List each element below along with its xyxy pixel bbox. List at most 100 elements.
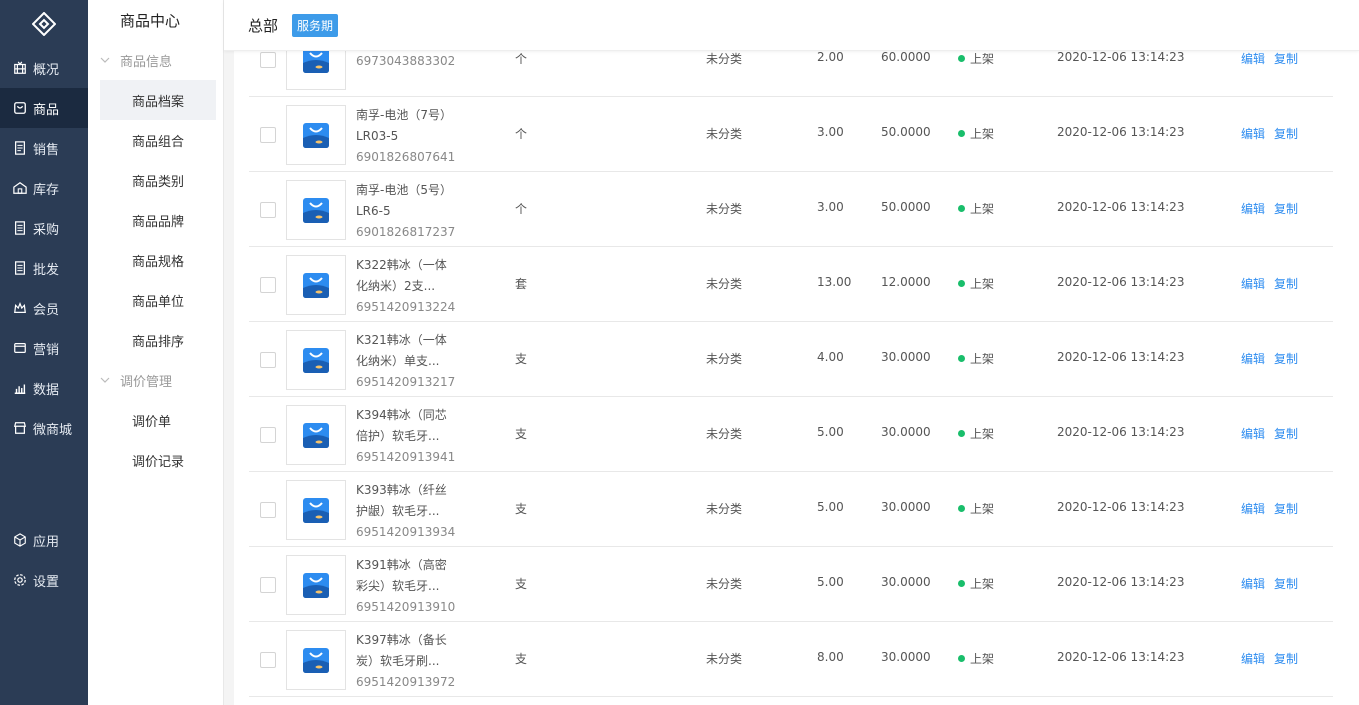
product-thumbnail[interactable] bbox=[286, 180, 346, 240]
row-checkbox[interactable] bbox=[260, 277, 276, 293]
status-dot-icon bbox=[958, 205, 965, 212]
rail-item-marketing[interactable]: 营销 bbox=[0, 328, 88, 368]
status-badge: 上架 bbox=[958, 275, 994, 292]
rail-item-apps[interactable]: 应用 bbox=[0, 520, 88, 560]
row-checkbox[interactable] bbox=[260, 52, 276, 68]
status-label: 上架 bbox=[970, 577, 995, 591]
submenu-item[interactable]: 商品档案 bbox=[100, 80, 216, 120]
submenu-item[interactable]: 商品单位 bbox=[100, 280, 216, 320]
submenu-item[interactable]: 调价记录 bbox=[100, 440, 216, 480]
submenu-group-goods-info[interactable]: 商品信息 bbox=[88, 40, 223, 80]
rail-item-settings[interactable]: 设置 bbox=[0, 560, 88, 600]
product-thumbnail[interactable] bbox=[286, 480, 346, 540]
row-checkbox[interactable] bbox=[260, 652, 276, 668]
edit-link[interactable]: 编辑 bbox=[1241, 352, 1265, 366]
submenu-item[interactable]: 商品规格 bbox=[100, 240, 216, 280]
copy-link[interactable]: 复制 bbox=[1274, 52, 1298, 66]
copy-link[interactable]: 复制 bbox=[1274, 352, 1298, 366]
edit-link[interactable]: 编辑 bbox=[1241, 277, 1265, 291]
product-barcode: 6901826807641 bbox=[356, 150, 456, 164]
product-thumbnail[interactable] bbox=[286, 51, 346, 90]
marketing-icon bbox=[12, 340, 28, 356]
product-thumbnail[interactable] bbox=[286, 555, 346, 615]
table-row: K394韩冰（同芯 倍护）软毛牙... 6951420913941 支 未分类 5.00 3… bbox=[249, 397, 1333, 472]
copy-link[interactable]: 复制 bbox=[1274, 502, 1298, 516]
product-barcode: 6901826817237 bbox=[356, 225, 456, 239]
row-checkbox[interactable] bbox=[260, 502, 276, 518]
product-name-line2: 护龈）软毛牙... bbox=[356, 504, 440, 518]
product-name-line1: K321韩冰（一体 bbox=[356, 333, 447, 347]
product-category: 未分类 bbox=[706, 277, 743, 291]
product-name-line2: 化纳米）2支... bbox=[356, 279, 436, 293]
row-checkbox[interactable] bbox=[260, 202, 276, 218]
product-name-line1: 南孚-电池（5号） bbox=[356, 183, 452, 197]
product-thumbnail[interactable] bbox=[286, 630, 346, 690]
edit-link[interactable]: 编辑 bbox=[1241, 427, 1265, 441]
copy-link[interactable]: 复制 bbox=[1274, 127, 1298, 141]
rail-item-shop[interactable]: 微商城 bbox=[0, 408, 88, 448]
copy-link[interactable]: 复制 bbox=[1274, 202, 1298, 216]
rail-item-label: 销售 bbox=[33, 142, 60, 158]
edit-link[interactable]: 编辑 bbox=[1241, 127, 1265, 141]
submenu-item[interactable]: 调价单 bbox=[100, 400, 216, 440]
product-stock: 50.0000 bbox=[881, 200, 931, 214]
product-price: 8.00 bbox=[817, 650, 844, 664]
copy-link[interactable]: 复制 bbox=[1274, 577, 1298, 591]
product-thumbnail[interactable] bbox=[286, 255, 346, 315]
product-thumbnail[interactable] bbox=[286, 105, 346, 165]
submenu-item[interactable]: 商品类别 bbox=[100, 160, 216, 200]
submenu-item[interactable]: 商品排序 bbox=[100, 320, 216, 360]
product-name-line1: 南孚-电池（7号） bbox=[356, 108, 452, 122]
main-nav-rail: 概况 商品销售库存 采购 批发 会员 营销 数据 微商城 应用 设置 bbox=[0, 0, 88, 705]
product-bag-icon bbox=[303, 123, 329, 148]
copy-link[interactable]: 复制 bbox=[1274, 652, 1298, 666]
app-logo[interactable] bbox=[0, 0, 88, 48]
edit-link[interactable]: 编辑 bbox=[1241, 652, 1265, 666]
submenu-group-price-adjust[interactable]: 调价管理 bbox=[88, 360, 223, 400]
wholesale-icon bbox=[12, 260, 28, 276]
purchase-icon bbox=[12, 220, 28, 236]
edit-link[interactable]: 编辑 bbox=[1241, 577, 1265, 591]
rail-item-data[interactable]: 数据 bbox=[0, 368, 88, 408]
rail-item-member[interactable]: 会员 bbox=[0, 288, 88, 328]
row-checkbox[interactable] bbox=[260, 427, 276, 443]
product-price: 3.00 bbox=[817, 125, 844, 139]
rail-item-overview[interactable]: 概况 bbox=[0, 48, 88, 88]
chevron-down-icon bbox=[100, 377, 110, 383]
row-actions: 编辑 复制 bbox=[1241, 125, 1307, 142]
submenu-item[interactable]: 商品品牌 bbox=[100, 200, 216, 240]
product-bag-icon bbox=[303, 198, 329, 223]
product-price: 2.00 bbox=[817, 51, 844, 64]
product-thumbnail[interactable] bbox=[286, 330, 346, 390]
status-badge: 上架 bbox=[958, 350, 994, 367]
edit-link[interactable]: 编辑 bbox=[1241, 502, 1265, 516]
product-stock: 30.0000 bbox=[881, 575, 931, 589]
sales-icon bbox=[12, 140, 28, 156]
copy-link[interactable]: 复制 bbox=[1274, 427, 1298, 441]
product-price: 5.00 bbox=[817, 425, 844, 439]
product-created-time: 2020-12-06 13:14:23 bbox=[1057, 425, 1185, 439]
rail-item-inventory[interactable]: 库存 bbox=[0, 168, 88, 208]
row-checkbox[interactable] bbox=[260, 577, 276, 593]
product-created-time: 2020-12-06 13:14:23 bbox=[1057, 575, 1185, 589]
rail-item-goods[interactable]: 商品 bbox=[0, 88, 88, 128]
product-name: K391韩冰（高密 彩尖）软毛牙... 6951420913910 bbox=[356, 555, 486, 618]
row-actions: 编辑 复制 bbox=[1241, 51, 1307, 67]
rail-item-wholesale[interactable]: 批发 bbox=[0, 248, 88, 288]
row-checkbox[interactable] bbox=[260, 127, 276, 143]
product-name: K397韩冰（备长 炭）软毛牙刷... 6951420913972 bbox=[356, 630, 486, 693]
product-barcode: 6951420913934 bbox=[356, 525, 456, 539]
edit-link[interactable]: 编辑 bbox=[1241, 202, 1265, 216]
rail-item-sales[interactable]: 销售 bbox=[0, 128, 88, 168]
edit-link[interactable]: 编辑 bbox=[1241, 52, 1265, 66]
status-badge: 上架 bbox=[958, 575, 994, 592]
rail-item-purchase[interactable]: 采购 bbox=[0, 208, 88, 248]
product-name-line2: LR6-5 bbox=[356, 204, 391, 218]
service-period-badge[interactable]: 服务期 bbox=[292, 13, 339, 37]
product-thumbnail[interactable] bbox=[286, 405, 346, 465]
table-row: K397韩冰（备长 炭）软毛牙刷... 6951420913972 支 未分类 8.00 3… bbox=[249, 622, 1333, 697]
copy-link[interactable]: 复制 bbox=[1274, 277, 1298, 291]
product-category: 未分类 bbox=[706, 352, 743, 366]
row-checkbox[interactable] bbox=[260, 352, 276, 368]
submenu-item[interactable]: 商品组合 bbox=[100, 120, 216, 160]
